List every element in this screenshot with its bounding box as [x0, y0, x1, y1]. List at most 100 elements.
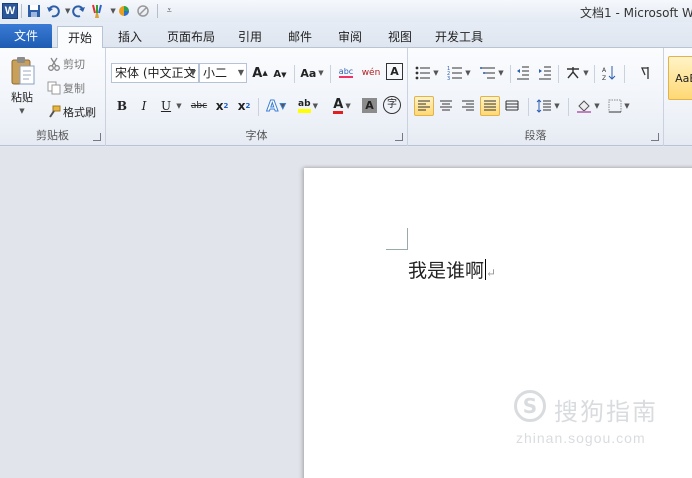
numbering-icon: 123: [447, 66, 463, 80]
clear-icon[interactable]: [135, 3, 152, 20]
svg-text:Z: Z: [602, 75, 606, 81]
document-area[interactable]: 我是谁啊 ↵: [0, 147, 692, 478]
increase-indent-button[interactable]: [536, 64, 554, 82]
change-case-icon: Aa: [300, 66, 317, 80]
separator: [528, 98, 529, 116]
shading-button[interactable]: ▼: [574, 96, 602, 116]
bullets-button[interactable]: ▼: [414, 64, 440, 82]
paste-dropdown-icon[interactable]: ▼: [16, 106, 28, 116]
customize-icon[interactable]: ⩡: [161, 3, 178, 20]
format-painter-icon[interactable]: [46, 104, 62, 120]
decrease-indent-button[interactable]: [514, 64, 532, 82]
copy-icon[interactable]: [46, 80, 62, 96]
highlight-button[interactable]: ab ▼: [294, 96, 322, 116]
font-size-combo[interactable]: 小二 ▼: [199, 63, 247, 83]
shrink-font-button[interactable]: A ▼: [272, 65, 288, 85]
svg-text:3: 3: [447, 76, 450, 80]
change-case-button[interactable]: Aa ▼: [299, 63, 325, 83]
ribbon-tabs: 文件 开始 插入 页面布局 引用 邮件 审阅 视图 开发工具: [0, 22, 692, 49]
align-left-button[interactable]: [414, 96, 434, 116]
superscript-button[interactable]: x2: [236, 96, 252, 116]
chinese-layout-button[interactable]: ▼: [564, 64, 590, 82]
color-circle-icon[interactable]: [116, 3, 133, 20]
paste-button[interactable]: 粘贴: [6, 90, 38, 104]
style-normal-button[interactable]: AaB: [668, 56, 692, 100]
word-logo-icon[interactable]: W: [2, 3, 18, 19]
tab-mailings[interactable]: 邮件: [278, 26, 322, 48]
document-body[interactable]: 我是谁啊 ↵: [408, 256, 496, 283]
paragraph-launcher-icon[interactable]: [651, 133, 659, 141]
show-marks-button[interactable]: [636, 64, 654, 82]
justify-icon: [484, 100, 496, 111]
tab-developer[interactable]: 开发工具: [428, 26, 490, 48]
cut-button[interactable]: 剪切: [63, 56, 85, 72]
italic-button[interactable]: I: [136, 96, 152, 116]
clipboard-group: 粘贴 ▼ 剪切 复制 格式刷 剪贴板: [0, 48, 106, 146]
redo-icon[interactable]: [70, 3, 87, 20]
undo-icon[interactable]: [44, 3, 61, 20]
increase-indent-icon: [539, 66, 551, 80]
grow-font-icon: A: [252, 65, 263, 81]
font-name-dropdown-icon[interactable]: ▼: [190, 64, 196, 82]
char-border-button[interactable]: A: [386, 63, 403, 80]
cut-icon[interactable]: [46, 56, 62, 72]
clipboard-launcher-icon[interactable]: [93, 133, 101, 141]
distributed-icon: [505, 100, 519, 111]
align-left-icon: [418, 100, 430, 111]
paragraph-group-label: 段落: [524, 129, 547, 142]
justify-button[interactable]: [480, 96, 500, 116]
copy-button[interactable]: 复制: [63, 80, 85, 96]
char-shading-button[interactable]: A: [362, 98, 377, 113]
align-center-button[interactable]: [436, 96, 456, 116]
font-size-value: 小二: [203, 66, 228, 80]
subscript-button[interactable]: x2: [214, 96, 230, 116]
numbering-button[interactable]: 1 2 3 ▼: [446, 64, 472, 82]
phonetic-guide-button[interactable]: wén: [360, 63, 382, 83]
enclose-char-button[interactable]: 字: [383, 96, 401, 114]
borders-button[interactable]: ▼: [606, 96, 632, 116]
clear-format-button[interactable]: abc: [336, 63, 356, 83]
tab-file[interactable]: 文件: [0, 24, 52, 48]
underline-button[interactable]: U: [158, 96, 174, 116]
style-normal-preview: AaB: [675, 71, 692, 85]
tab-view[interactable]: 视图: [378, 26, 422, 48]
format-painter-qa-icon[interactable]: [89, 3, 106, 20]
window-title: 文档1 - Microsoft W: [580, 6, 692, 20]
font-size-dropdown-icon[interactable]: ▼: [238, 64, 244, 82]
font-group-label: 字体: [245, 129, 268, 142]
align-right-button[interactable]: [458, 96, 478, 116]
document-page[interactable]: 我是谁啊 ↵: [304, 168, 692, 478]
font-color-icon: A: [333, 97, 344, 114]
paste-icon[interactable]: [8, 54, 38, 88]
text-effect-button[interactable]: A ▼: [264, 96, 288, 116]
distributed-button[interactable]: [502, 96, 522, 116]
bold-button[interactable]: B: [114, 96, 130, 116]
strikethrough-button[interactable]: abc: [188, 96, 210, 116]
multilevel-list-button[interactable]: ▼: [478, 64, 506, 82]
line-spacing-icon: [536, 99, 552, 113]
separator: [568, 98, 569, 116]
bullets-icon: [415, 66, 431, 80]
separator: [510, 65, 511, 83]
line-spacing-button[interactable]: ▼: [534, 96, 562, 116]
underline-dropdown-icon[interactable]: ▼: [175, 96, 183, 116]
separator: [330, 65, 331, 83]
tab-insert[interactable]: 插入: [108, 26, 152, 48]
sort-button[interactable]: AZ: [600, 64, 618, 82]
char-border-icon: A: [390, 65, 399, 78]
tab-references[interactable]: 引用: [230, 26, 270, 48]
tab-page-layout[interactable]: 页面布局: [160, 26, 222, 48]
tab-home[interactable]: 开始: [57, 26, 103, 49]
font-name-combo[interactable]: 宋体 (中文正文 ▼: [111, 63, 199, 83]
margin-corner-mark: [386, 228, 408, 250]
save-icon[interactable]: [25, 3, 42, 20]
tab-review[interactable]: 审阅: [328, 26, 372, 48]
font-color-button[interactable]: A ▼: [328, 96, 356, 116]
font-launcher-icon[interactable]: [395, 133, 403, 141]
grow-font-button[interactable]: A ▲: [252, 63, 268, 83]
separator: [258, 98, 259, 116]
paragraph-mark-icon: ↵: [486, 266, 497, 280]
quick-access-toolbar: W ▼ ▼ ⩡: [0, 0, 180, 22]
title-bar: W ▼ ▼ ⩡ 文档1 - Microsoft W: [0, 0, 692, 22]
format-painter-button[interactable]: 格式刷: [63, 104, 96, 120]
